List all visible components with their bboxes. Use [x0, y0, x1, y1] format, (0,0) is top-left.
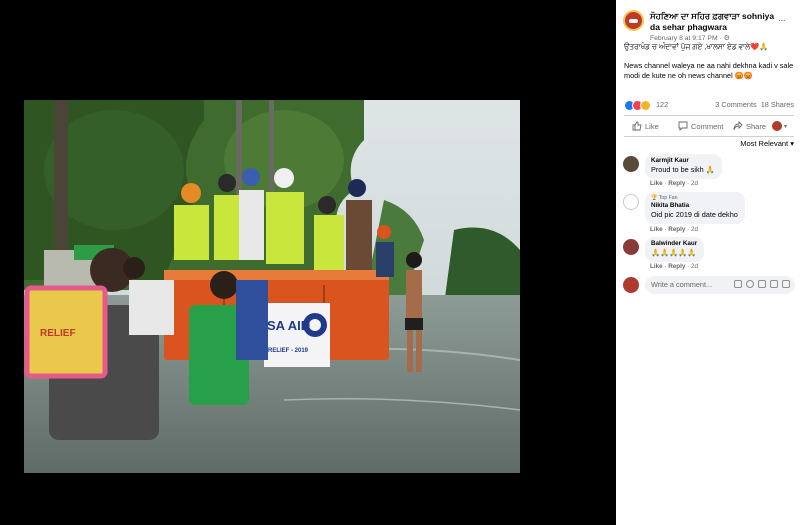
commenter-avatar[interactable] [623, 194, 639, 210]
comment-footer: Like · Reply · 2d [650, 180, 698, 187]
post-photo[interactable]: SA AID RELIEF - 2019 RELIEF [24, 100, 520, 473]
chevron-down-icon: ▾ [784, 123, 788, 130]
comment-footer: Like · Reply · 2d [650, 226, 698, 233]
photo-viewer: SA AID RELIEF - 2019 RELIEF [0, 0, 616, 525]
divider [624, 115, 794, 116]
comment-sort-dropdown[interactable]: Most Relevant ▾ [740, 139, 794, 148]
comment-icon [678, 121, 688, 131]
commenter-name[interactable]: Nikita Bhatia [651, 202, 738, 210]
commenter-name[interactable]: Balwinder Kaur [651, 240, 697, 248]
comment-label: Comment [691, 121, 724, 131]
comment-reply-link[interactable]: Reply [668, 226, 685, 233]
banner-text: SA AID [267, 318, 310, 333]
more-options-icon[interactable]: ··· [778, 15, 786, 26]
thumbs-up-icon [632, 121, 642, 131]
comment-time[interactable]: 2d [691, 263, 698, 270]
page-name[interactable]: ਸੋਹਣਿਆ ਦਾ ਸਹਿਰ ਫ਼ਗਵਾੜਾ sohniya da sehar … [650, 11, 776, 33]
write-comment-row: Write a comment... [623, 276, 795, 294]
post-text-line: News channel waleya ne aa nahi dekhna ka… [624, 61, 794, 80]
share-label: Share [746, 121, 767, 131]
bag-text: RELIEF [40, 328, 76, 339]
reactions-bar: 122 3 Comments 18 Shares [624, 99, 794, 111]
user-avatar[interactable] [623, 277, 639, 293]
comment-reply-link[interactable]: Reply [668, 263, 685, 270]
comment-text: Proud to be sikh 🙏 [651, 165, 715, 174]
care-reaction-icon [640, 100, 651, 111]
reaction-count[interactable]: 122 [656, 100, 668, 109]
shares-count[interactable]: 18 Shares [761, 100, 794, 109]
comment-like-link[interactable]: Like [650, 226, 663, 233]
commenter-avatar[interactable] [623, 239, 639, 255]
comment-button[interactable]: Comment [678, 121, 724, 131]
comments-count[interactable]: 3 Comments [715, 100, 756, 109]
flood-relief-photo: SA AID RELIEF - 2019 RELIEF [24, 100, 520, 473]
comment-input-icons [734, 280, 790, 288]
comment-bubble: Balwinder Kaur 🙏🙏🙏🙏🙏 [645, 237, 705, 262]
comment-input-placeholder: Write a comment... [651, 280, 713, 289]
reaction-icons[interactable] [624, 100, 651, 111]
post-details-panel: ਸੋਹਣਿਆ ਦਾ ਸਹਿਰ ਫ਼ਗਵਾੜਾ sohniya da sehar … [616, 0, 800, 525]
share-button[interactable]: Share [733, 121, 766, 131]
camera-icon[interactable] [758, 280, 766, 288]
post-actions: Like Comment Share ▾ [624, 118, 794, 134]
commenter-avatar[interactable] [623, 156, 639, 172]
sticker-pack-icon[interactable] [782, 280, 790, 288]
comment-time[interactable]: 2d [691, 180, 698, 187]
emoji-icon[interactable] [746, 280, 754, 288]
divider [624, 136, 794, 137]
user-avatar [772, 121, 782, 131]
sticker-icon[interactable] [734, 280, 742, 288]
like-label: Like [645, 121, 659, 131]
comment-like-link[interactable]: Like [650, 180, 663, 187]
comment-bubble: Karmjit Kaur Proud to be sikh 🙏 [645, 154, 722, 179]
share-icon [733, 121, 743, 131]
page-avatar[interactable] [623, 10, 644, 31]
post-timestamp[interactable]: February 8 at 9:17 PM · ⚙ [650, 34, 730, 42]
comment-bubble: 🏆 Top Fan Nikita Bhatia Oid pic 2019 di … [645, 192, 745, 224]
top-fan-badge: 🏆 Top Fan [651, 195, 678, 201]
comment-like-link[interactable]: Like [650, 263, 663, 270]
post-text: ਉਤਰਾਖੰਡ ਚ ਅੰਦਾਵਾਂ ਪੁੱਜ ਗਏ ,ਖਾਲਸਾ ਏਡ ਵਾਲੇ… [624, 42, 796, 90]
comment-time[interactable]: 2d [691, 226, 698, 233]
comment-footer: Like · Reply · 2d [650, 263, 698, 270]
react-as-selector[interactable]: ▾ [772, 121, 787, 131]
comment-text: Oid pic 2019 di date dekho [651, 210, 738, 219]
banner-subtext: RELIEF - 2019 [268, 348, 309, 354]
comment-text: 🙏🙏🙏🙏🙏 [651, 248, 697, 257]
like-button[interactable]: Like [632, 121, 659, 131]
commenter-name[interactable]: Karmjit Kaur [651, 157, 715, 165]
post-text-line: ਉਤਰਾਖੰਡ ਚ ਅੰਦਾਵਾਂ ਪੁੱਜ ਗਏ ,ਖਾਲਸਾ ਏਡ ਵਾਲੇ… [624, 42, 769, 51]
comments-shares-count: 3 Comments 18 Shares [715, 100, 794, 109]
comment-input[interactable]: Write a comment... [645, 276, 795, 294]
comment-reply-link[interactable]: Reply [668, 180, 685, 187]
gif-icon[interactable] [770, 280, 778, 288]
